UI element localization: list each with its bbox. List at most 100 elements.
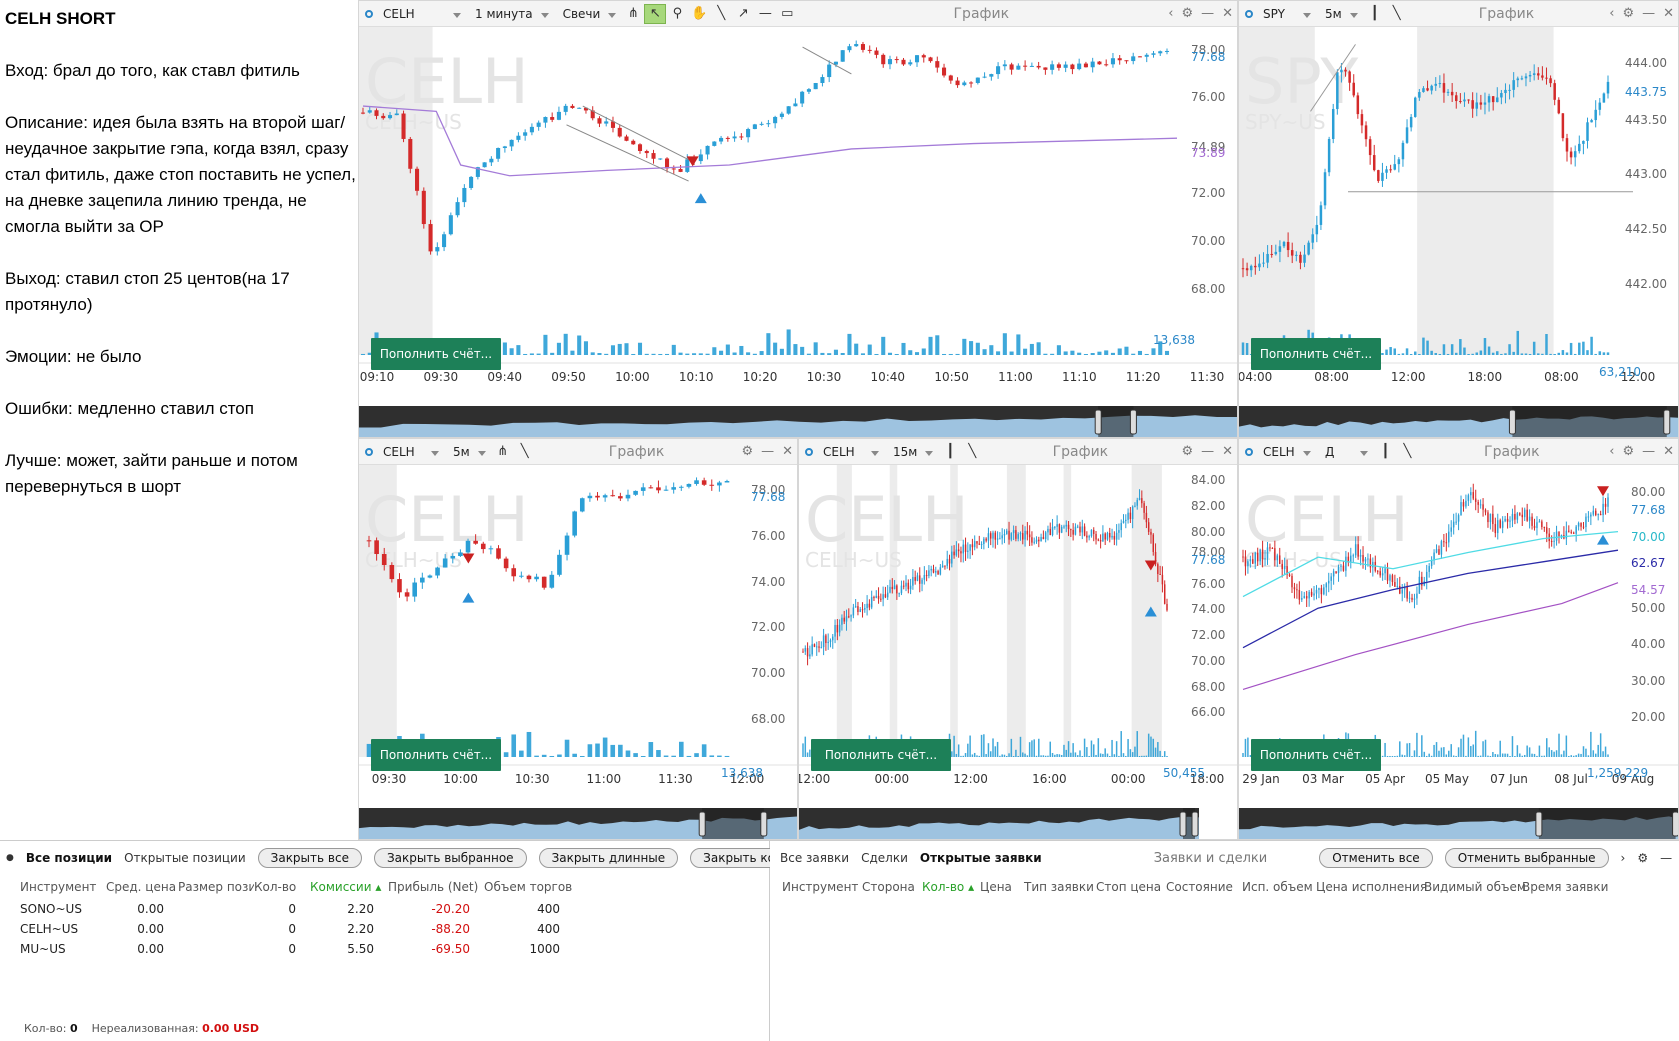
link-radio-icon[interactable] xyxy=(365,447,373,456)
col-fill-price[interactable]: Цена исполнения xyxy=(1316,880,1427,894)
table-row[interactable]: SONO~US 0.00 0 2.20 -20.20 400 xyxy=(0,899,769,919)
collapse-icon[interactable]: › xyxy=(1621,851,1626,865)
close-all-button[interactable]: Закрыть все xyxy=(257,848,362,868)
timeframe-select[interactable]: 5м xyxy=(1317,7,1364,21)
navigator-scrollbar[interactable] xyxy=(799,808,1199,839)
symbol-select[interactable]: CELH xyxy=(1261,445,1317,459)
link-radio-icon[interactable] xyxy=(365,9,373,18)
link-radio-icon[interactable] xyxy=(805,447,813,456)
fund-account-button[interactable]: Пополнить счёт... xyxy=(371,338,501,370)
collapse-icon[interactable]: ‹ xyxy=(1605,444,1618,459)
candles-icon[interactable]: ┃ xyxy=(939,442,961,462)
gear-icon[interactable]: ⚙ xyxy=(1618,444,1638,459)
gear-icon[interactable]: ⚙ xyxy=(1618,6,1638,21)
minimize-icon[interactable]: — xyxy=(1638,6,1659,21)
line-tool-icon[interactable]: ╲ xyxy=(514,442,536,462)
gear-icon[interactable]: ⚙ xyxy=(1177,444,1197,459)
col-qty[interactable]: Кол-во ▴ xyxy=(922,880,980,894)
gear-icon[interactable]: ⚙ xyxy=(1637,851,1648,865)
col-instrument[interactable]: Инструмент xyxy=(782,880,862,894)
chart-celh-daily[interactable]: CELH Д ┃ ╲ График ‹ ⚙ — ✕ CELH CELH~US 29 … xyxy=(1238,438,1679,840)
col-filled-volume[interactable]: Исп. объем xyxy=(1242,880,1316,894)
chart-celh-15m[interactable]: CELH 15м ┃ ╲ График ⚙ — ✕ CELH CELH~US 12:… xyxy=(798,438,1238,840)
tab-all-positions[interactable]: Все позиции xyxy=(26,851,112,865)
close-icon[interactable]: ✕ xyxy=(778,444,797,459)
line-tool-icon[interactable]: ╲ xyxy=(1386,4,1408,24)
col-volume[interactable]: Объем торгов xyxy=(484,880,574,894)
link-radio-icon[interactable] xyxy=(1245,9,1253,18)
arrow-tool-icon[interactable]: ↗ xyxy=(732,4,754,24)
timeframe-select[interactable]: 15м xyxy=(885,445,939,459)
gear-icon[interactable]: ⚙ xyxy=(737,444,757,459)
fund-account-button[interactable]: Пополнить счёт... xyxy=(811,739,951,771)
fund-account-button[interactable]: Пополнить счёт... xyxy=(371,739,501,771)
chart-type-select[interactable]: Свечи xyxy=(555,7,623,21)
symbol-select[interactable]: CELH xyxy=(381,7,467,21)
link-radio-icon[interactable] xyxy=(1245,447,1253,456)
navigator-scrollbar[interactable] xyxy=(1239,808,1678,839)
cancel-all-button[interactable]: Отменить все xyxy=(1319,848,1433,868)
table-row[interactable]: MU~US 0.00 0 5.50 -69.50 1000 xyxy=(0,939,769,959)
close-icon[interactable]: ✕ xyxy=(1659,6,1678,21)
table-row[interactable]: CELH~US 0.00 0 2.20 -88.20 400 xyxy=(0,919,769,939)
navigator-scrollbar[interactable] xyxy=(359,808,797,839)
minimize-icon[interactable]: — xyxy=(1638,444,1659,459)
indicators-icon[interactable]: ⋔ xyxy=(622,4,644,24)
collapse-icon[interactable]: ‹ xyxy=(1605,6,1618,21)
col-avg-price[interactable]: Сред. цена xyxy=(106,880,178,894)
close-selected-button[interactable]: Закрыть выбранное xyxy=(373,848,527,868)
hline-tool-icon[interactable]: — xyxy=(754,4,776,24)
col-price[interactable]: Цена xyxy=(980,880,1024,894)
navigator-scrollbar[interactable] xyxy=(359,406,1237,437)
zoom-tool-icon[interactable]: ⚲ xyxy=(666,4,688,24)
col-stop-price[interactable]: Стоп цена xyxy=(1096,880,1166,894)
minimize-icon[interactable]: — xyxy=(1197,6,1218,21)
cursor-tool-icon[interactable]: ↖ xyxy=(644,3,667,24)
close-icon[interactable]: ✕ xyxy=(1218,6,1237,21)
minimize-icon[interactable]: — xyxy=(757,444,778,459)
col-profit[interactable]: Прибыль (Net) xyxy=(388,880,484,894)
chart-celh-5m[interactable]: CELH 5м ⋔ ╲ График ⚙ — ✕ CELH CELH~US 09:3… xyxy=(358,438,798,840)
navigator-scrollbar[interactable] xyxy=(1239,406,1678,437)
col-order-time[interactable]: Время заявки xyxy=(1522,880,1608,894)
col-position-size[interactable]: Размер пози xyxy=(178,880,254,894)
hand-tool-icon[interactable]: ✋ xyxy=(688,4,710,24)
tab-trades[interactable]: Сделки xyxy=(861,851,908,865)
candles-icon[interactable]: ┃ xyxy=(1364,4,1386,24)
rect-tool-icon[interactable]: ▭ xyxy=(776,4,798,24)
col-qty[interactable]: Кол-во xyxy=(254,880,310,894)
tab-all-orders[interactable]: Все заявки xyxy=(780,851,849,865)
timeframe-select[interactable]: 1 минута xyxy=(467,7,555,21)
tab-open-orders[interactable]: Открытые заявки xyxy=(920,851,1042,865)
cancel-selected-button[interactable]: Отменить выбранные xyxy=(1444,848,1609,868)
chart-celh-1m[interactable]: CELH 1 минута Свечи ⋔ ↖ ⚲ ✋ ╲ ↗ — ▭ Граф… xyxy=(358,0,1238,438)
minimize-icon[interactable]: — xyxy=(1197,444,1218,459)
col-instrument[interactable]: Инструмент xyxy=(20,880,106,894)
col-status[interactable]: Состояние xyxy=(1166,880,1242,894)
symbol-select[interactable]: SPY xyxy=(1261,7,1317,21)
close-long-button[interactable]: Закрыть длинные xyxy=(538,848,679,868)
chart-spy-5m[interactable]: SPY 5м ┃ ╲ График ‹ ⚙ — ✕ SPY SPY~US 04:00… xyxy=(1238,0,1679,438)
line-tool-icon[interactable]: ╲ xyxy=(1396,442,1418,462)
col-order-type[interactable]: Тип заявки xyxy=(1024,880,1096,894)
minimize-icon[interactable]: — xyxy=(1660,851,1672,865)
timeframe-select[interactable]: 5м xyxy=(445,445,492,459)
indicators-icon[interactable]: ⋔ xyxy=(492,442,514,462)
line-tool-icon[interactable]: ╲ xyxy=(710,4,732,24)
symbol-select[interactable]: CELH xyxy=(821,445,885,459)
fund-account-button[interactable]: Пополнить счёт... xyxy=(1251,739,1381,771)
pin-icon[interactable]: ● xyxy=(6,853,14,863)
close-icon[interactable]: ✕ xyxy=(1218,444,1237,459)
col-commission[interactable]: Комиссии ▴ xyxy=(310,880,388,894)
candles-icon[interactable]: ┃ xyxy=(1374,442,1396,462)
timeframe-select[interactable]: Д xyxy=(1317,445,1374,459)
collapse-icon[interactable]: ‹ xyxy=(1164,6,1177,21)
gear-icon[interactable]: ⚙ xyxy=(1177,6,1197,21)
col-side[interactable]: Сторона xyxy=(862,880,922,894)
symbol-select[interactable]: CELH xyxy=(381,445,445,459)
line-tool-icon[interactable]: ╲ xyxy=(961,442,983,462)
col-visible-volume[interactable]: Видимый объем xyxy=(1424,880,1526,894)
close-icon[interactable]: ✕ xyxy=(1659,444,1678,459)
fund-account-button[interactable]: Пополнить счёт... xyxy=(1251,338,1381,370)
tab-open-positions[interactable]: Открытые позиции xyxy=(124,851,246,865)
